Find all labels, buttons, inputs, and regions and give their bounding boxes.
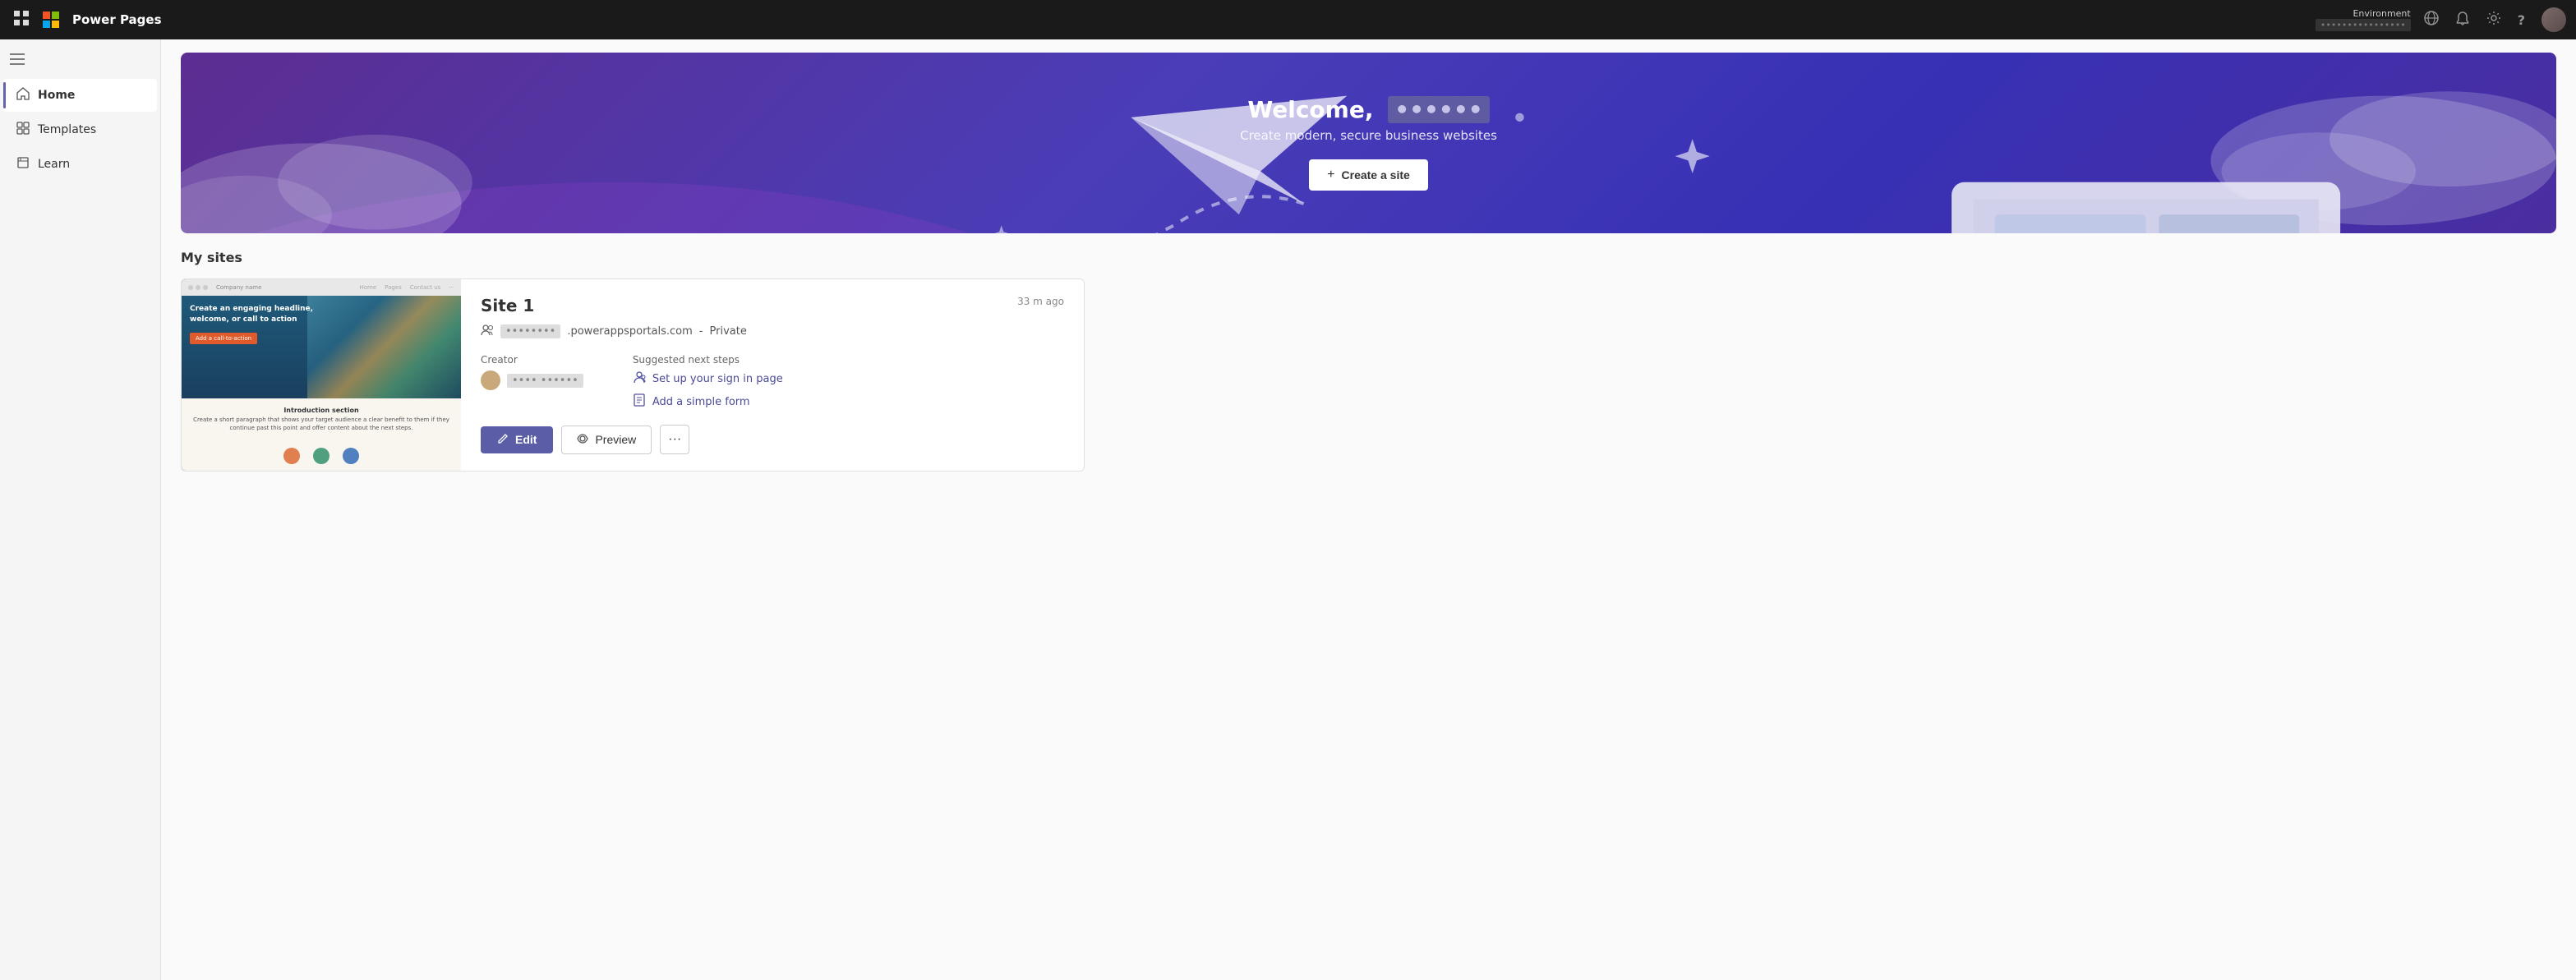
- site-visibility: Private: [710, 325, 747, 338]
- env-value: ••••••••••••••••: [2316, 19, 2411, 31]
- plus-icon: +: [1327, 168, 1334, 182]
- next-steps-list: Set up your sign in page: [633, 370, 783, 410]
- site-url-dash: -: [699, 325, 703, 338]
- edit-icon: [497, 433, 509, 447]
- browser-dot-2: [196, 285, 200, 290]
- settings-icon[interactable]: [2486, 11, 2501, 29]
- env-icon[interactable]: [2424, 11, 2439, 29]
- sidebar-templates-label: Templates: [38, 123, 96, 136]
- sidebar: Home Templates Learn: [0, 39, 161, 980]
- site-url-row: •••••••• .powerappsportals.com - Private: [481, 324, 1064, 339]
- thumbnail-intro: Introduction section Create a short para…: [182, 398, 461, 441]
- site-meta-row: Creator •••• •••••• Suggested next steps: [481, 354, 1064, 410]
- next-steps-section: Suggested next steps: [633, 354, 783, 410]
- main-content: Welcome, •••••• Create modern, secure bu…: [161, 39, 2576, 980]
- browser-dots: [188, 285, 208, 290]
- creator-avatar: [481, 370, 500, 390]
- browser-dot-3: [203, 285, 208, 290]
- next-step-signin[interactable]: Set up your sign in page: [633, 370, 783, 387]
- creator-section: Creator •••• ••••••: [481, 354, 583, 410]
- templates-icon: [16, 122, 30, 138]
- browser-nav-contact: Contact us: [410, 284, 441, 291]
- help-icon[interactable]: ?: [2518, 12, 2525, 28]
- site-info: 33 m ago Site 1 ••••••••: [461, 279, 1084, 471]
- thumbnail-footer: [182, 441, 461, 471]
- main-layout: Home Templates Learn: [0, 39, 2576, 980]
- site-url-blurred: ••••••••: [500, 324, 560, 338]
- preview-icon: [577, 433, 588, 447]
- sidebar-item-templates[interactable]: Templates: [3, 113, 157, 146]
- site-timestamp: 33 m ago: [1017, 296, 1064, 307]
- hero-title: Welcome, ••••••: [1240, 96, 1497, 123]
- next-step-signin-label: Set up your sign in page: [652, 373, 783, 385]
- form-icon: [633, 393, 646, 410]
- app-title: Power Pages: [72, 12, 162, 27]
- sidebar-home-label: Home: [38, 89, 75, 102]
- preview-button[interactable]: Preview: [561, 426, 652, 454]
- next-steps-label: Suggested next steps: [633, 354, 783, 366]
- user-avatar[interactable]: [2541, 7, 2566, 32]
- browser-bar: Company name Home Pages Contact us ···: [182, 279, 461, 296]
- my-sites-section: My sites Company name Home: [161, 233, 2576, 488]
- user-name-blurred: ••••••: [1388, 96, 1489, 123]
- sidebar-item-learn[interactable]: Learn: [3, 148, 157, 181]
- environment-info: Environment ••••••••••••••••: [2316, 8, 2411, 31]
- create-site-button[interactable]: + Create a site: [1309, 159, 1428, 191]
- users-icon: [481, 324, 494, 339]
- notification-icon[interactable]: [2455, 11, 2470, 29]
- hero-content: Welcome, •••••• Create modern, secure bu…: [1240, 96, 1497, 191]
- env-label: Environment: [2316, 8, 2411, 19]
- edit-button[interactable]: Edit: [481, 426, 553, 453]
- thumbnail-cta: Add a call-to-action: [190, 333, 257, 344]
- next-step-form-label: Add a simple form: [652, 396, 750, 408]
- sidebar-toggle[interactable]: [0, 46, 160, 75]
- next-step-form[interactable]: Add a simple form: [633, 393, 783, 410]
- site-actions: Edit Preview ···: [481, 425, 1064, 454]
- browser-nav-pages: Pages: [385, 284, 402, 291]
- more-icon: ···: [668, 432, 681, 447]
- browser-nav-more: ···: [449, 284, 454, 291]
- hero-banner: Welcome, •••••• Create modern, secure bu…: [181, 53, 2556, 233]
- company-name-bar: Company name: [216, 284, 357, 291]
- sidebar-learn-label: Learn: [38, 158, 70, 171]
- hero-subtitle: Create modern, secure business websites: [1240, 128, 1497, 143]
- signin-icon: [633, 370, 646, 387]
- browser-dot-1: [188, 285, 193, 290]
- top-nav: Power Pages Environment ••••••••••••••••: [0, 0, 2576, 39]
- site-card: Company name Home Pages Contact us ··· C…: [181, 278, 1085, 472]
- nav-icons: ?: [2424, 7, 2566, 32]
- waffle-icon[interactable]: [10, 11, 33, 30]
- site-name: Site 1: [481, 296, 1064, 315]
- creator-label: Creator: [481, 354, 583, 366]
- creator-name-blurred: •••• ••••••: [507, 374, 583, 388]
- thumbnail-browser: Company name Home Pages Contact us ··· C…: [182, 279, 461, 471]
- site-url-domain: .powerappsportals.com: [567, 325, 692, 338]
- learn-icon: [16, 156, 30, 173]
- more-options-button[interactable]: ···: [660, 425, 689, 454]
- sidebar-item-home[interactable]: Home: [3, 79, 157, 112]
- creator-row: •••• ••••••: [481, 370, 583, 390]
- site-thumbnail: Company name Home Pages Contact us ··· C…: [182, 279, 461, 471]
- browser-nav-home: Home: [360, 284, 377, 291]
- home-icon: [16, 87, 30, 104]
- my-sites-title: My sites: [181, 250, 2556, 265]
- microsoft-logo: [43, 12, 59, 28]
- thumbnail-headline: Create an engaging headline, welcome, or…: [190, 304, 334, 324]
